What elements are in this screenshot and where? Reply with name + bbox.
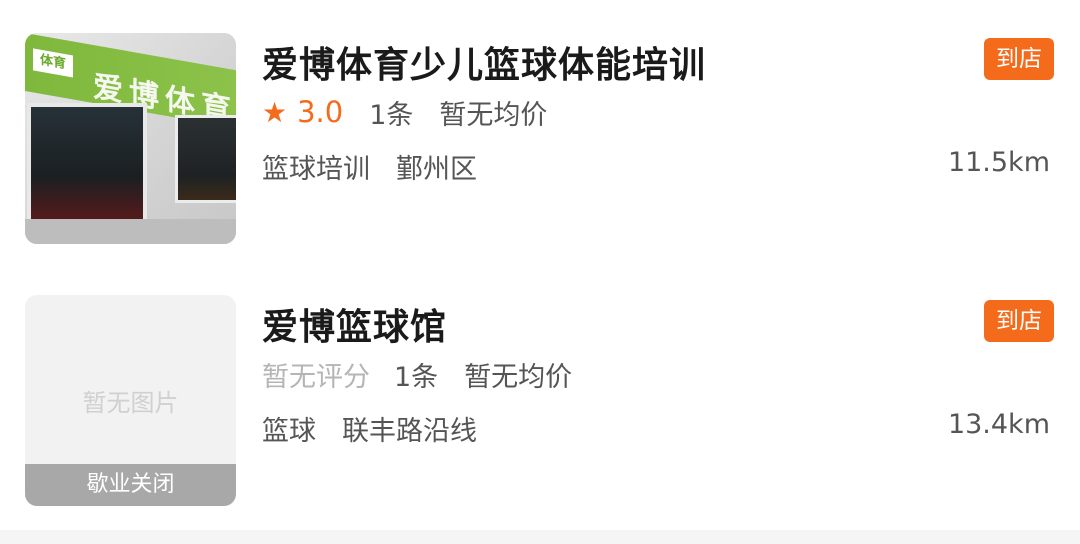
shop-distance: 11.5km	[947, 147, 1050, 178]
shop-card[interactable]: 体育 爱博体育 爱博体育少儿篮球体能培训 到店 ★ 3.0 1条 暂无均价 篮球…	[0, 0, 1080, 244]
in-store-badge: 到店	[984, 300, 1054, 342]
no-rating-text: 暂无评分	[262, 361, 370, 393]
photo-window	[175, 115, 236, 203]
shop-name[interactable]: 爱博篮球馆	[262, 298, 447, 350]
shop-category: 篮球培训	[262, 154, 370, 185]
shop-distance: 13.4km	[947, 409, 1050, 440]
avg-price: 暂无均价	[464, 361, 573, 393]
no-image-label: 暂无图片	[82, 389, 179, 417]
shop-name[interactable]: 爱博体育少儿篮球体能培训	[262, 36, 706, 88]
shop-tags: 篮球 联丰路沿线	[262, 409, 477, 448]
shop-area: 联丰路沿线	[342, 416, 477, 447]
shop-meta-row: ★ 3.0 1条 暂无均价	[262, 94, 548, 131]
in-store-badge: 到店	[984, 38, 1054, 80]
star-icon: ★	[262, 95, 288, 129]
avg-price: 暂无均价	[439, 99, 548, 131]
review-count: 1条	[369, 99, 414, 131]
shop-card[interactable]: 暂无图片 歇业关闭 爱博篮球馆 到店 暂无评分 1条 暂无均价 篮球 联丰路沿线 …	[0, 262, 1080, 506]
review-count: 1条	[394, 361, 439, 393]
section-divider	[0, 530, 1080, 544]
shop-photo[interactable]: 体育 爱博体育	[25, 33, 236, 244]
shop-tags: 篮球培训 鄞州区	[262, 147, 477, 186]
shop-rating: 3.0	[297, 95, 344, 129]
shop-area: 鄞州区	[396, 154, 477, 185]
shop-category: 篮球	[262, 416, 316, 447]
photo-window	[27, 103, 147, 227]
shop-photo-placeholder[interactable]: 暂无图片 歇业关闭	[25, 295, 236, 506]
closed-status-bar: 歇业关闭	[25, 464, 236, 506]
photo-sign-tag: 体育	[33, 48, 73, 78]
photo-floor	[25, 219, 236, 244]
shop-meta-row: 暂无评分 1条 暂无均价	[262, 356, 573, 393]
